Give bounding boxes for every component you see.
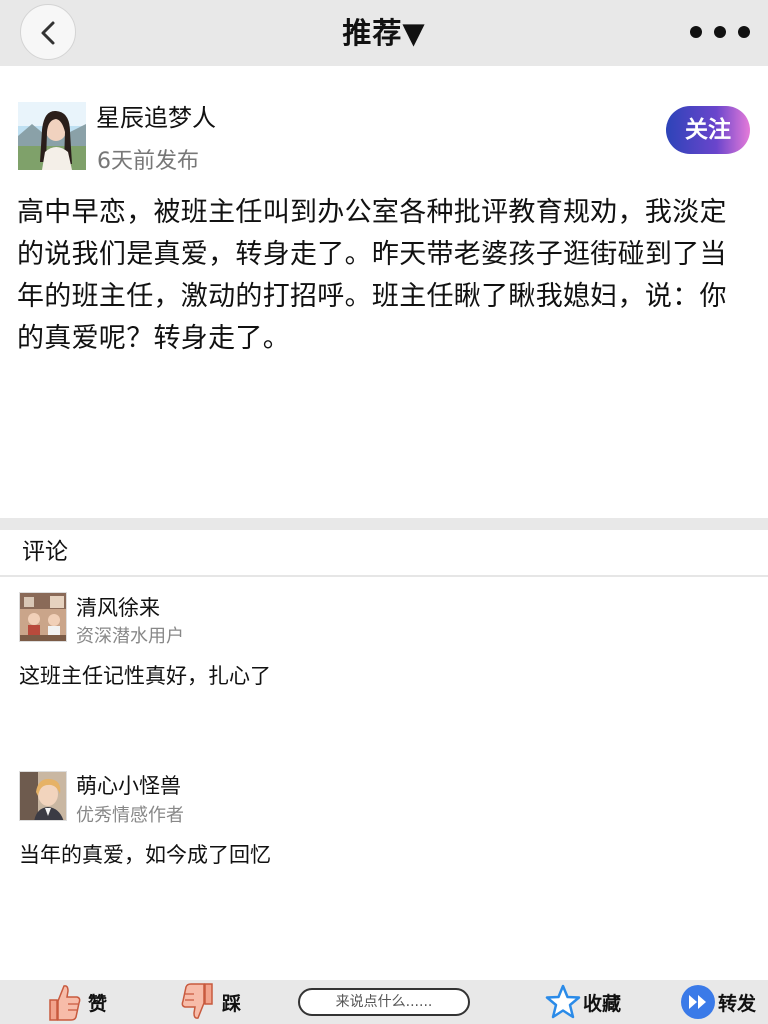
top-bar: 推荐▼	[0, 0, 768, 66]
comments-divider	[0, 575, 768, 577]
comments-heading: 评论	[22, 539, 68, 565]
comment-input[interactable]: 来说点什么......	[298, 988, 470, 1016]
comment-author[interactable]: 萌心小怪兽	[76, 770, 181, 800]
comment-avatar[interactable]	[19, 592, 67, 642]
thumbs-down-icon	[181, 983, 213, 1019]
more-button[interactable]	[690, 22, 752, 42]
section-divider	[0, 518, 768, 530]
comment-author-tag: 资深潜水用户	[76, 626, 184, 647]
like-label: 赞	[88, 993, 108, 1015]
author-avatar[interactable]	[18, 102, 86, 170]
comment-author[interactable]: 清风徐来	[76, 592, 160, 622]
author-name[interactable]: 星辰追梦人	[96, 98, 216, 133]
share-label: 转发	[718, 993, 757, 1015]
comment-avatar[interactable]	[19, 771, 67, 821]
bottom-action-bar: 赞 踩 来说点什么...... 收藏 转发	[0, 980, 768, 1024]
post-content: 高中早恋，被班主任叫到办公室各种批评教育规劝，我淡定的说我们是真爱，转身走了。昨…	[17, 197, 727, 354]
dislike-button[interactable]: 踩	[180, 980, 250, 1024]
thumbs-up-icon	[49, 985, 81, 1021]
star-icon	[545, 984, 581, 1019]
feed-selector[interactable]: 推荐▼	[0, 0, 768, 66]
post-time: 6天前发布	[97, 149, 199, 174]
favorite-label: 收藏	[583, 993, 622, 1015]
comment-author-tag: 优秀情感作者	[76, 805, 184, 826]
like-button[interactable]: 赞	[46, 980, 116, 1024]
favorite-button[interactable]: 收藏	[545, 980, 625, 1024]
comment-text: 当年的真爱，如今成了回忆	[19, 843, 271, 867]
follow-button[interactable]: 关注	[666, 106, 750, 154]
comment-text: 这班主任记性真好，扎心了	[19, 664, 271, 688]
share-button[interactable]: 转发	[680, 980, 760, 1024]
forward-icon	[681, 985, 715, 1019]
dislike-label: 踩	[222, 993, 242, 1015]
